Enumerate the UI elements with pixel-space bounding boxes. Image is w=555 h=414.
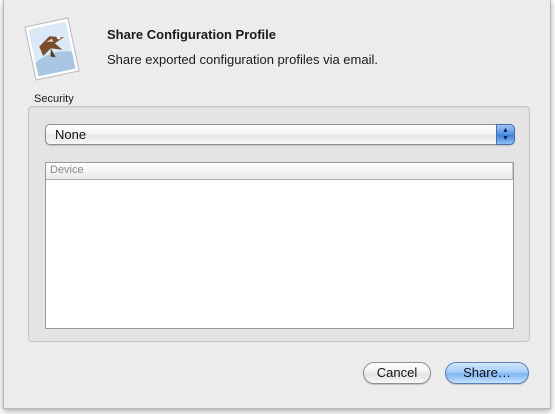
security-popup-value: None — [55, 127, 87, 142]
table-header: Device — [46, 163, 513, 180]
header-divider — [512, 163, 513, 179]
share-profile-sheet: Share Configuration Profile Share export… — [3, 0, 551, 409]
dialog-title: Share Configuration Profile — [107, 27, 277, 42]
security-label: Security — [34, 93, 74, 105]
dialog-subtitle: Share exported configuration profiles vi… — [107, 52, 378, 67]
cancel-button[interactable]: Cancel — [363, 362, 431, 384]
column-header-device[interactable]: Device — [50, 164, 84, 176]
security-group: None ▲ ▼ Device — [28, 106, 530, 342]
share-button[interactable]: Share… — [445, 362, 529, 384]
security-popup[interactable]: None ▲ ▼ — [45, 124, 515, 145]
mail-stamp-icon — [18, 14, 86, 84]
device-table[interactable]: Device — [45, 162, 514, 329]
popup-arrows-icon: ▲ ▼ — [496, 124, 515, 145]
